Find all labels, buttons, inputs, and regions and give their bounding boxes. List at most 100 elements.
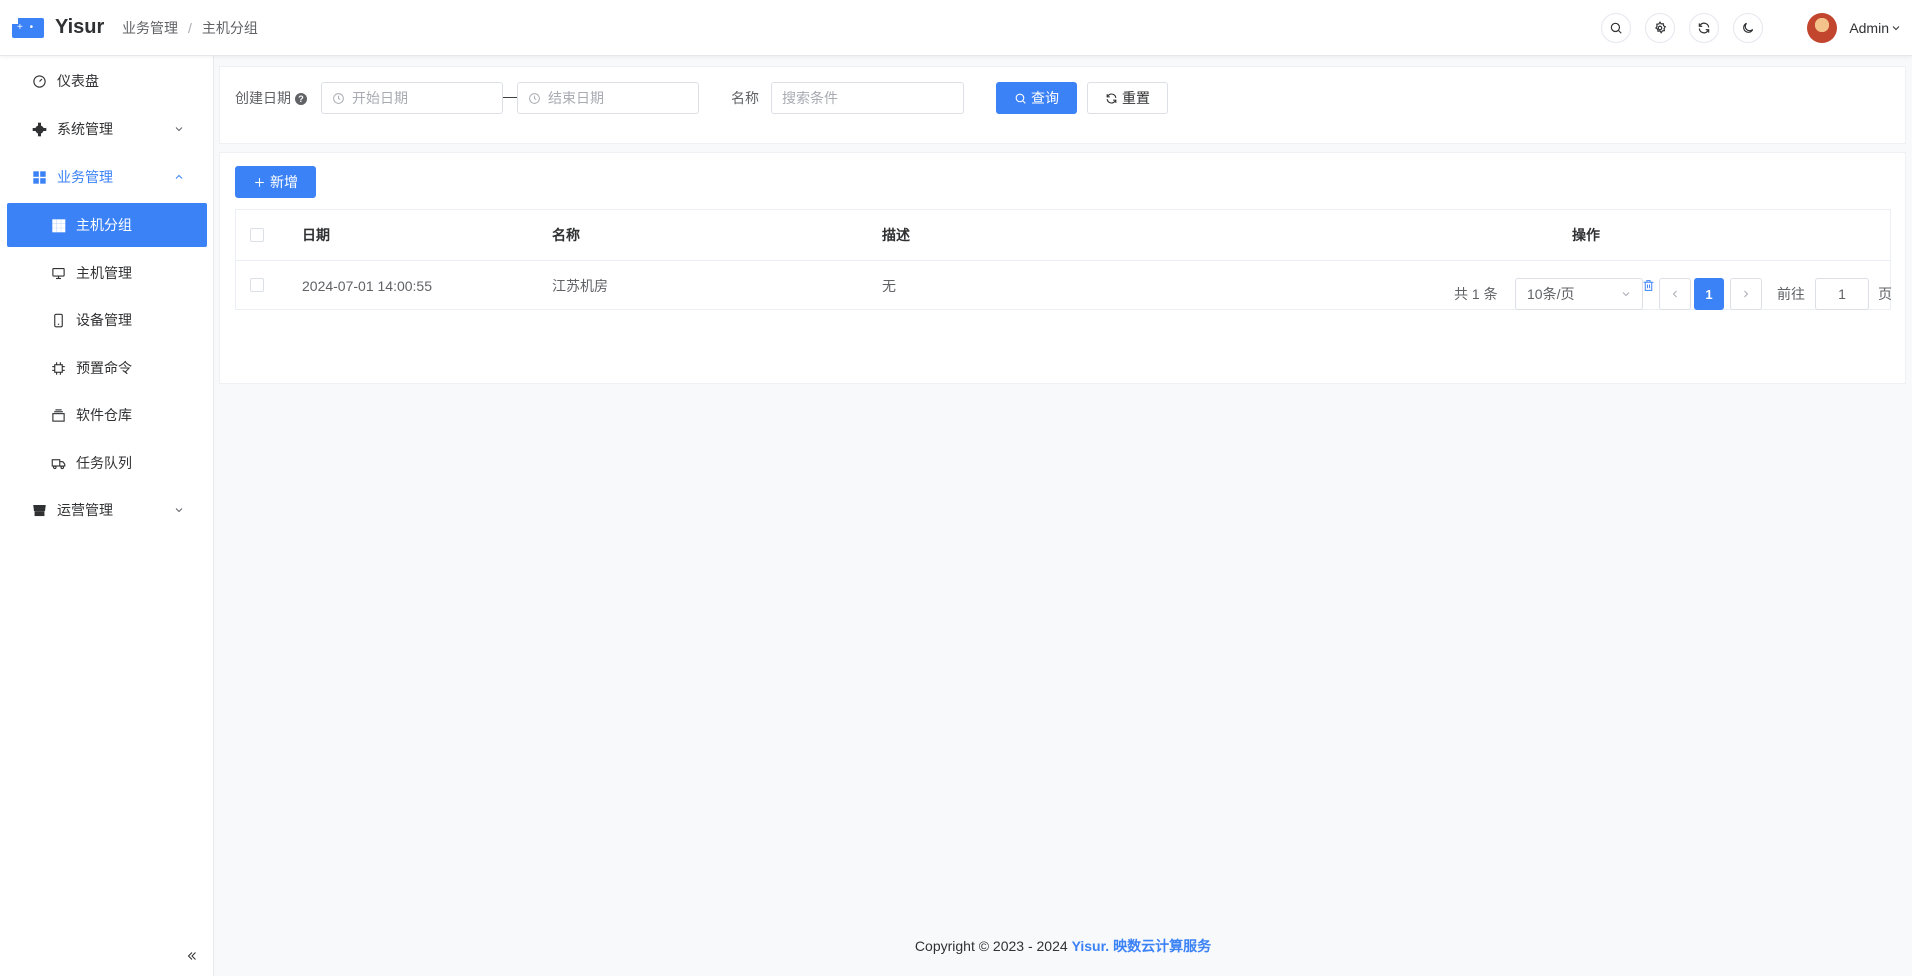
page-size-select[interactable]: 10条/页 [1515,278,1643,310]
app-name: Yisur [55,16,105,38]
add-button[interactable]: 新增 [235,166,316,198]
chevron-down-icon [175,508,183,513]
row-description: 无 [882,277,896,294]
sidebar-item-system[interactable]: 系统管理 [7,107,207,151]
monitor-icon [50,265,66,281]
search-button[interactable] [1601,12,1632,43]
table-panel: 新增 日期 名称 描述 操作 2024-07-01 14:00:55 江苏机房 … [219,152,1906,384]
name-filter-label: 名称 [731,90,759,106]
breadcrumb-item-host-group: 主机分组 [201,19,258,36]
double-chevron-left-icon [187,952,196,960]
collapse-sidebar-button[interactable] [180,944,204,968]
refresh-icon [1699,22,1710,33]
moon-icon [1743,22,1754,33]
sidebar-item-dashboard[interactable]: 仪表盘 [7,59,207,103]
copyright-text: Copyright © 2023 - 2024 [914,938,1068,954]
header-actions: Admin [1587,12,1912,43]
breadcrumb: 业务管理 / 主机分组 [122,18,258,38]
refresh-button[interactable] [1689,12,1720,43]
footer: Copyright © 2023 - 2024 Yisur. 映数云计算服务 [214,936,1912,956]
date-filter-label: 创建日期? [235,88,307,108]
reset-button[interactable]: 重置 [1087,82,1168,114]
row-name: 江苏机房 [552,277,608,294]
reset-button-label: 重置 [1122,90,1150,106]
phone-icon [50,312,66,328]
end-date-input[interactable]: 结束日期 [517,82,699,114]
truck-icon [50,455,66,471]
sidebar-item-label: 任务队列 [76,455,132,471]
chevron-down-icon [1622,292,1630,297]
shop-icon [31,502,47,518]
table-header: 日期 名称 描述 操作 [236,210,1890,261]
date-label-text: 创建日期 [235,90,291,106]
breadcrumb-separator: / [188,19,192,36]
start-date-placeholder: 开始日期 [352,90,408,106]
query-button[interactable]: 查询 [996,82,1077,114]
add-button-label: 新增 [270,174,298,190]
sidebar-item-label: 业务管理 [57,169,113,185]
next-page-button[interactable] [1730,278,1762,310]
sidebar-item-host[interactable]: 主机管理 [7,251,207,295]
dashboard-icon [31,73,47,89]
search-panel: 创建日期? 开始日期 — 结束日期 名称 搜索条件 查询 重置 [219,66,1906,144]
app-logo[interactable]: Yisur [0,16,120,39]
sidebar-item-task-queue[interactable]: 任务队列 [7,441,207,485]
gear-icon [1655,20,1667,34]
select-all-checkbox[interactable] [250,228,264,242]
refresh-icon [1106,93,1117,103]
logo-icon [12,17,44,38]
chevron-left-icon [1672,290,1677,298]
help-icon[interactable]: ? [295,93,307,105]
chevron-down-icon [1892,25,1900,30]
column-header-date: 日期 [302,227,330,243]
apps-icon [50,217,66,233]
dark-mode-toggle[interactable] [1733,12,1764,43]
prev-page-button[interactable] [1659,278,1691,310]
sidebar-item-label: 运营管理 [57,502,113,518]
column-header-actions: 操作 [1572,227,1600,243]
cpu-icon [50,360,66,376]
sidebar-item-operations[interactable]: 运营管理 [7,488,207,532]
page-number-1[interactable]: 1 [1694,278,1724,310]
user-menu[interactable]: Admin [1849,20,1902,36]
chevron-down-icon [175,127,183,132]
sidebar-item-host-group[interactable]: 主机分组 [7,203,207,247]
row-checkbox[interactable] [250,278,264,292]
search-icon [1015,93,1026,104]
row-date: 2024-07-01 14:00:55 [302,277,432,294]
clock-icon [529,92,540,104]
plus-icon [255,177,264,187]
footer-brand-link[interactable]: Yisur. 映数云计算服务 [1072,938,1212,954]
clock-icon [333,92,344,104]
end-date-placeholder: 结束日期 [548,90,604,106]
settings-button[interactable] [1645,12,1676,43]
search-icon [1611,22,1622,34]
goto-label: 前往 [1777,286,1805,302]
page-size-value: 10条/页 [1527,286,1575,302]
name-search-input[interactable]: 搜索条件 [771,82,964,114]
top-header: Yisur 业务管理 / 主机分组 Admin [0,0,1912,56]
chevron-right-icon [1744,290,1749,298]
start-date-input[interactable]: 开始日期 [321,82,503,114]
sidebar-item-software-repo[interactable]: 软件仓库 [7,393,207,437]
sidebar-item-device[interactable]: 设备管理 [7,298,207,342]
page-suffix: 页 [1878,286,1892,302]
box-icon [50,407,66,423]
goto-page-input[interactable]: 1 [1815,278,1869,310]
sidebar-item-label: 主机管理 [76,265,132,281]
query-button-label: 查询 [1031,90,1059,106]
date-range-separator: — [503,88,517,104]
breadcrumb-item-business[interactable]: 业务管理 [122,18,178,38]
column-header-description: 描述 [882,227,910,243]
sidebar-item-label: 软件仓库 [76,407,132,423]
sidebar-item-business[interactable]: 业务管理 [7,155,207,199]
sidebar-item-preset-command[interactable]: 预置命令 [7,346,207,390]
gear-icon [31,121,47,137]
column-header-name: 名称 [552,227,580,243]
sidebar-item-label: 主机分组 [76,217,132,233]
grid-icon [31,169,47,185]
trash-icon [1643,280,1654,291]
avatar[interactable] [1807,12,1838,43]
sidebar-item-label: 预置命令 [76,360,132,376]
name-search-placeholder: 搜索条件 [782,90,838,106]
